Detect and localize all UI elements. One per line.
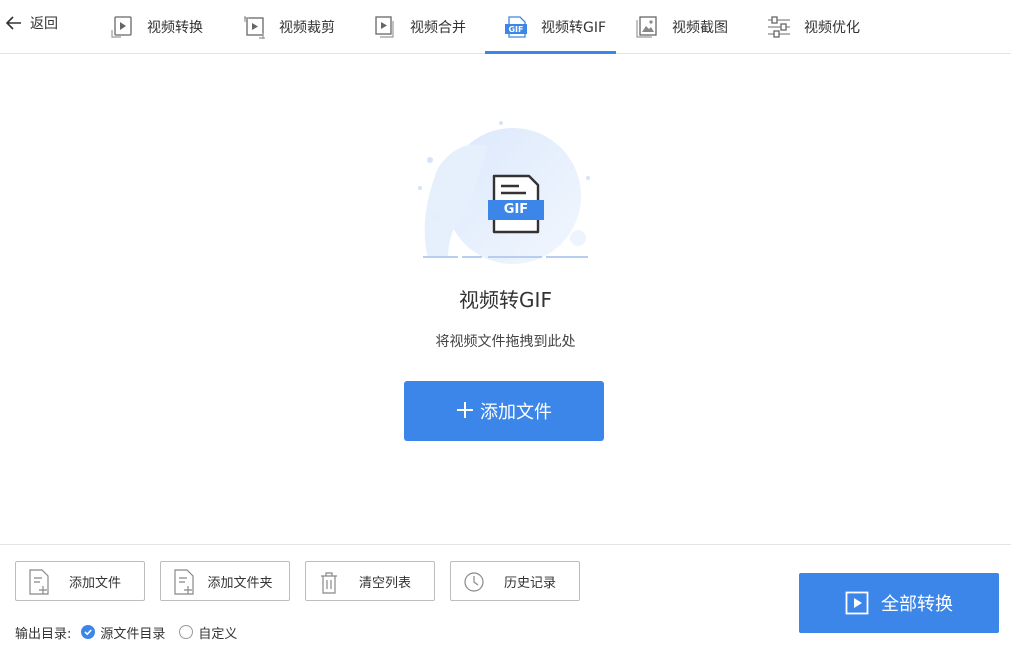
- add-folder-button[interactable]: 添加文件夹: [160, 561, 290, 601]
- tab-video-optimize[interactable]: 视频优化: [766, 0, 860, 54]
- active-tab-indicator: [485, 51, 616, 54]
- image-icon: [634, 14, 660, 40]
- video-convert-icon: [109, 14, 135, 40]
- video-crop-icon: [241, 14, 267, 40]
- plus-icon: [456, 399, 474, 423]
- arrow-left-icon: [5, 16, 21, 30]
- gif-icon: GIF: [503, 14, 529, 40]
- gif-badge-text: GIF: [503, 202, 529, 217]
- radio-source-directory[interactable]: 源文件目录: [81, 623, 165, 642]
- bottom-divider: [0, 544, 1011, 545]
- tab-label: 视频优化: [804, 20, 860, 36]
- video-merge-icon: [372, 14, 398, 40]
- add-file-main-button[interactable]: 添加文件: [404, 381, 604, 441]
- radio-custom-label: 自定义: [198, 626, 238, 642]
- sliders-icon: [766, 14, 792, 40]
- convert-all-button[interactable]: 全部转换: [799, 573, 999, 633]
- drop-illustration: GIF: [408, 118, 604, 264]
- tab-label: 视频合并: [410, 20, 466, 36]
- tab-label: 视频转GIF: [541, 20, 607, 36]
- radio-empty-icon: [179, 625, 194, 639]
- add-folder-label: 添加文件夹: [207, 575, 273, 591]
- back-label: 返回: [30, 16, 58, 32]
- tab-label: 视频裁剪: [279, 20, 335, 36]
- clear-list-button[interactable]: 清空列表: [305, 561, 435, 601]
- drop-title: 视频转GIF: [459, 288, 552, 312]
- svg-text:GIF: GIF: [508, 25, 523, 34]
- add-file-label: 添加文件: [68, 575, 121, 591]
- tab-video-crop[interactable]: 视频裁剪: [241, 0, 335, 54]
- tab-label: 视频转换: [147, 20, 203, 36]
- convert-all-label: 全部转换: [881, 594, 953, 615]
- history-button[interactable]: 历史记录: [450, 561, 580, 601]
- output-directory-row: 输出目录: 源文件目录 自定义: [15, 621, 237, 643]
- radio-custom-directory[interactable]: 自定义: [179, 623, 237, 642]
- add-file-main-label: 添加文件: [480, 402, 552, 423]
- tab-video-merge[interactable]: 视频合并: [372, 0, 466, 54]
- clear-list-label: 清空列表: [358, 575, 411, 591]
- output-directory-label: 输出目录:: [15, 626, 72, 642]
- tab-video-screenshot[interactable]: 视频截图: [634, 0, 728, 54]
- play-icon: [845, 591, 869, 615]
- check-circle-icon: [81, 625, 96, 639]
- back-button[interactable]: 返回: [4, 11, 58, 35]
- drop-hint: 将视频文件拖拽到此处: [435, 334, 576, 350]
- radio-source-label: 源文件目录: [100, 626, 166, 642]
- tab-video-convert[interactable]: 视频转换: [109, 0, 203, 54]
- tab-label: 视频截图: [672, 20, 728, 36]
- history-label: 历史记录: [503, 575, 556, 591]
- add-file-button[interactable]: 添加文件: [15, 561, 145, 601]
- top-nav-bar: 返回 视频转换 视频裁剪 视频合并 GIF 视频转GIF 视频截图 视频优化: [0, 0, 1011, 54]
- tab-video-to-gif[interactable]: GIF 视频转GIF: [503, 0, 606, 54]
